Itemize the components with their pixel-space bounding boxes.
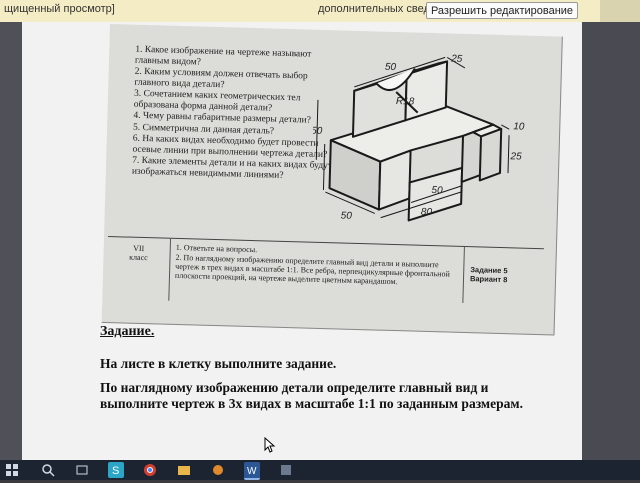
dimension-label: 25 <box>509 151 522 162</box>
dimension-label: 50 <box>311 126 323 137</box>
taskbar: S W <box>0 460 640 480</box>
document-page[interactable]: 1. Какое изображение на чертеже называют… <box>22 22 582 460</box>
app-icon-2[interactable] <box>278 462 294 478</box>
protected-view-bar: щищенный просмотр] дополнительных сведен… <box>0 0 640 23</box>
dimension-label: 25 <box>450 54 463 65</box>
question-item: 7. Какие элементы детали и на каких вида… <box>131 155 333 181</box>
mouse-cursor-icon <box>264 437 276 453</box>
assignment-heading: Задание. <box>100 324 155 339</box>
dimension-label: 80 <box>421 207 433 218</box>
protected-view-title: щищенный просмотр] <box>4 3 115 15</box>
class-word: класс <box>129 252 148 263</box>
dimension-label: 50 <box>385 62 397 73</box>
svg-text:W: W <box>247 466 257 477</box>
document-margin-right <box>582 22 640 460</box>
isometric-part-drawing: 50 25 R18 10 50 25 50 80 50 <box>311 54 525 222</box>
dimension-label: 10 <box>513 121 525 132</box>
dimension-label: 50 <box>431 185 443 196</box>
window-edge <box>600 0 640 22</box>
word-icon[interactable]: W <box>244 462 260 480</box>
assignment-instruction: На листе в клетку выполните задание. <box>100 356 337 371</box>
task-text-cell: 1. Ответьте на вопросы. 2. По наглядному… <box>175 243 460 289</box>
assignment-description: По наглядному изображению детали определ… <box>100 380 523 411</box>
task-table: VII класс 1. Ответьте на вопросы. 2. По … <box>105 236 544 328</box>
start-icon[interactable] <box>4 462 20 478</box>
enable-editing-button[interactable]: Разрешить редактирование <box>426 2 578 19</box>
svg-text:S: S <box>112 465 119 477</box>
variant-number: Вариант 8 <box>469 274 508 285</box>
task-view-icon[interactable] <box>74 462 90 478</box>
dimension-label: R18 <box>396 96 415 108</box>
app-icon[interactable] <box>210 462 226 478</box>
skype-icon[interactable]: S <box>108 462 124 478</box>
dimension-label: 50 <box>341 211 353 222</box>
search-icon[interactable] <box>40 462 56 478</box>
class-cell: VII класс <box>106 237 172 301</box>
explorer-icon[interactable] <box>176 462 192 478</box>
document-margin-left <box>0 22 22 460</box>
variant-cell: Задание 5 Вариант 8 <box>462 246 542 306</box>
scanned-worksheet-image: 1. Какое изображение на чертеже называют… <box>101 24 563 336</box>
chrome-icon[interactable] <box>142 462 158 478</box>
